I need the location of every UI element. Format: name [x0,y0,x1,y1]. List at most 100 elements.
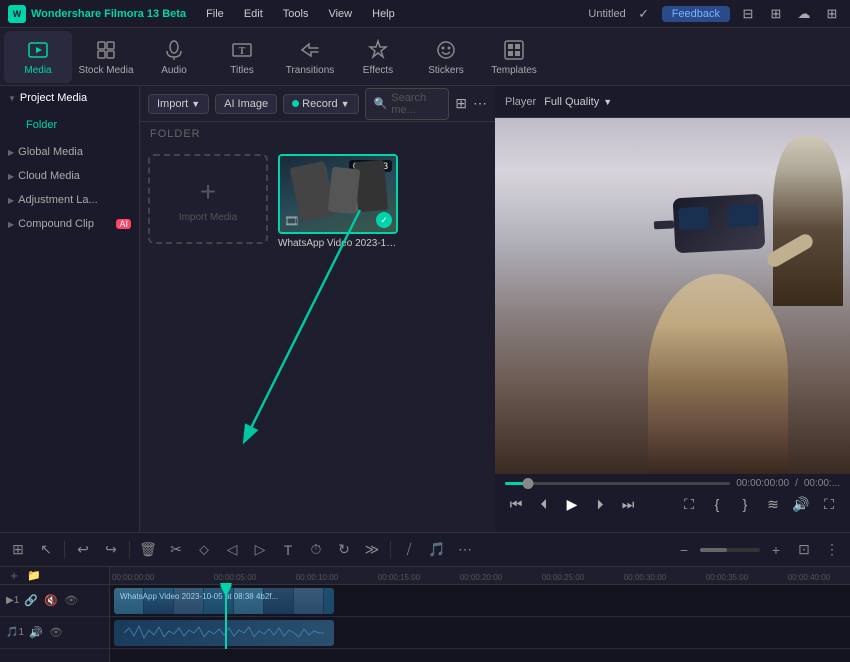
expand-arrow-adj-icon: ▶ [8,196,14,205]
tl-zoom-in-button[interactable]: + [764,538,788,562]
tl-track-link-icon[interactable]: 🔗 [23,593,39,609]
filter-icon[interactable]: ⊞ [455,95,467,112]
tl-track-label: ▶1 [6,595,19,606]
frame-fwd-button[interactable]: ⏵ [589,493,611,515]
sidebar-item-adjustment[interactable]: ▶ Adjustment La... [0,188,139,212]
tl-settings-icon[interactable]: ⋮ [820,538,844,562]
tl-track-mute-icon[interactable]: 🔇 [43,593,59,609]
menu-file[interactable]: File [198,6,232,22]
tl-zoom-bar[interactable] [700,548,760,552]
player-progress-track[interactable] [505,482,730,485]
tl-separator-2 [129,541,130,559]
feedback-button[interactable]: Feedback [662,6,730,22]
timeline-section: ⊞ ↖ ↩ ↪ 🗑 ✂ ⬦ ◁ ▷ T ⏱ ↻ ≫ ⧸ 🎵 ⋯ − + ⊡ ⋮ … [0,532,850,662]
audio-wave-button[interactable]: ≋ [762,493,784,515]
speaker-button[interactable]: 🔊 [790,493,812,515]
tl-audio-eye-icon[interactable]: 👁 [48,625,64,641]
menu-edit[interactable]: Edit [236,6,271,22]
quality-chevron-icon: ▼ [603,97,612,107]
grid-icon[interactable]: ⊞ [822,4,842,24]
tl-fit-button[interactable]: ⊡ [792,538,816,562]
sidebar-item-compound-clip[interactable]: ▶ Compound Clip AI [0,212,139,236]
tl-delete-button[interactable]: 🗑 [136,538,160,562]
effects-icon [366,38,390,62]
tl-add-track-icon[interactable]: + [6,568,22,584]
tl-audio-snap-button[interactable]: 🎵 [425,538,449,562]
tl-redo-button[interactable]: ↪ [99,538,123,562]
tl-playhead[interactable] [225,585,227,649]
media-label: Media [24,65,51,76]
tl-track-eye-icon[interactable]: 👁 [63,593,79,609]
menu-tools[interactable]: Tools [275,6,317,22]
skip-back-button[interactable]: ⏮ [505,493,527,515]
toolbar-templates[interactable]: Templates [480,31,548,83]
more-options-icon[interactable]: ⋯ [473,95,487,112]
layout-icon[interactable]: ⊞ [766,4,786,24]
tl-separator-3 [390,541,391,559]
fullscreen-button[interactable]: ⛶ [818,493,840,515]
folder-item[interactable]: Folder [6,114,133,136]
tl-undo-button[interactable]: ↩ [71,538,95,562]
tl-mark-0: 00:00:00:00 [110,573,194,582]
tl-audio-track-icon[interactable]: 🔊 [28,625,44,641]
tl-grid-button[interactable]: ⊞ [6,538,30,562]
import-button[interactable]: Import ▼ [148,94,209,114]
search-box[interactable]: 🔍 Search me... [365,88,450,120]
ai-image-button[interactable]: AI Image [215,94,277,114]
tl-next-button[interactable]: ▷ [248,538,272,562]
player-header: Player Full Quality ▼ [495,86,850,118]
import-media-label: Import Media [179,212,237,223]
tl-split-button[interactable]: ⧸ [397,538,421,562]
media-card-whatsapp[interactable]: 00:00:13 🎞 ✓ WhatsApp Video 2023-10-05..… [278,154,398,249]
tl-cursor-button[interactable]: ↖ [34,538,58,562]
toolbar-transitions[interactable]: Transitions [276,31,344,83]
toolbar-stickers[interactable]: Stickers [412,31,480,83]
titles-label: Titles [230,65,254,76]
mark-out-button[interactable]: } [734,493,756,515]
toolbar-effects[interactable]: Effects [344,31,412,83]
sidebar-item-project-media[interactable]: ▼ Project Media [0,86,139,110]
media-selected-check-icon: ✓ [376,212,392,228]
tl-marker-button[interactable]: ⬦ [192,538,216,562]
tl-rotate-button[interactable]: ↻ [332,538,356,562]
monitor-icon[interactable]: ⊟ [738,4,758,24]
tl-cut-button[interactable]: ✂ [164,538,188,562]
toolbar-media[interactable]: Media [4,31,72,83]
sidebar-item-cloud-media[interactable]: ▶ Cloud Media [0,164,139,188]
tl-audio-clip[interactable] [114,620,334,646]
toolbar-stock-media[interactable]: Stock Media [72,31,140,83]
skip-fwd-button[interactable]: ⏭ [617,493,639,515]
tl-tracks: WhatsApp Video 2023-10-05 at 08:38 4b2f.… [110,585,850,649]
toolbar-audio[interactable]: Audio [140,31,208,83]
tl-more2-button[interactable]: ⋯ [453,538,477,562]
tl-clock-button[interactable]: ⏱ [304,538,328,562]
cloud-icon[interactable]: ☁ [794,4,814,24]
expand-arrow-cloud-icon: ▶ [8,172,14,181]
add-plus-icon: + [200,176,216,208]
mark-in-button[interactable]: { [706,493,728,515]
tl-more-button[interactable]: ≫ [360,538,384,562]
tl-zoom-out-button[interactable]: − [672,538,696,562]
tl-text-button[interactable]: T [276,538,300,562]
player-time-current: 00:00:00:00 [736,478,789,489]
cloud-media-label: Cloud Media [18,170,131,182]
tl-right-area: 00:00:00:00 00:00:05:00 00:00:10:00 00:0… [110,567,850,662]
tl-prev-button[interactable]: ◁ [220,538,244,562]
play-button[interactable]: ▶ [561,493,583,515]
crop-button[interactable]: ⛶ [678,493,700,515]
tl-mark-7: 00:00:35:00 [686,573,768,582]
player-video [495,118,850,474]
adjustment-label: Adjustment La... [18,194,131,206]
record-button[interactable]: Record ▼ [283,94,358,114]
toolbar-titles[interactable]: T Titles [208,31,276,83]
tl-folder-icon[interactable]: 📁 [26,568,42,584]
tl-clip-label: WhatsApp Video 2023-10-05 at 08:38 4b2f.… [120,592,278,601]
frame-back-button[interactable]: ⏴ [533,493,555,515]
menu-right: Untitled ✓ Feedback ⊟ ⊞ ☁ ⊞ [588,4,842,24]
audio-label: Audio [161,65,187,76]
import-media-card[interactable]: + Import Media [148,154,268,244]
quality-select[interactable]: Full Quality ▼ [544,96,612,108]
menu-view[interactable]: View [320,6,360,22]
menu-help[interactable]: Help [364,6,403,22]
sidebar-item-global-media[interactable]: ▶ Global Media [0,140,139,164]
